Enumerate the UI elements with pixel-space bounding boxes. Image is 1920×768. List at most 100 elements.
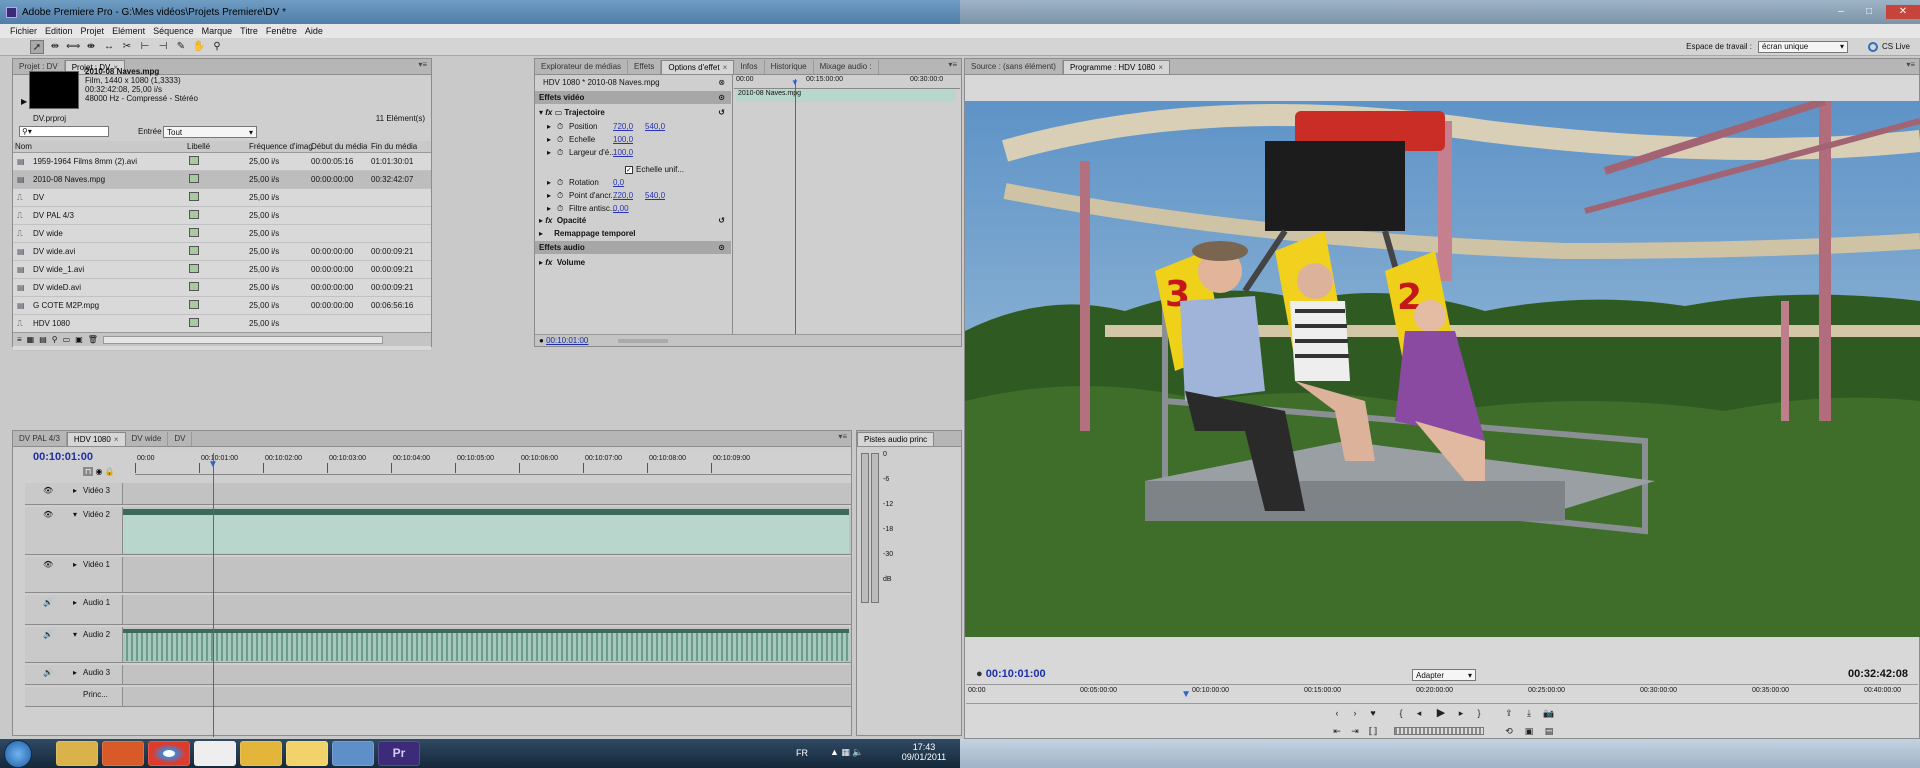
tab-dv-pal[interactable]: DV PAL 4/3 [13,432,67,446]
eye-icon[interactable]: 👁 [43,560,53,569]
tab-effects[interactable]: Effets [628,60,662,74]
tab-audio-master[interactable]: Pistes audio princ [857,432,935,446]
motion-effect[interactable]: ▾ fx ▭ Trajectoire ↺ [535,106,731,119]
eye-icon[interactable]: 👁 [43,510,53,519]
step-back-icon[interactable]: ◂ [1412,707,1426,719]
table-row[interactable]: ▤ DV wide.avi 25,00 i/s 00:00:00:00 00:00:09… [13,243,431,261]
close-icon[interactable]: × [114,435,119,444]
zoom-icon[interactable]: ⚲ [210,40,224,54]
panel-menu-icon[interactable]: ▾≡ [948,60,957,69]
window-taskbar-icon[interactable] [332,741,374,766]
expand-icon[interactable]: ▸ [73,486,77,495]
hand-icon[interactable]: ✋ [192,40,206,54]
new-item-icon[interactable]: ▣ [75,335,83,344]
speaker-icon[interactable]: 🔊 [43,598,53,607]
timeline-track[interactable]: 🔊 ▸ Audio 3 [25,665,851,685]
expand-icon[interactable]: ▸ [547,178,551,187]
expand-icon[interactable]: ▸ [547,148,551,157]
delete-icon[interactable]: 🗑 [88,335,98,344]
play-icon[interactable]: ▶ [21,97,27,106]
speaker-icon[interactable]: 🔊 [43,668,53,677]
effect-clip-bar[interactable]: 2010-08 Naves.mpg [736,90,956,102]
label-color-swatch[interactable] [189,318,199,327]
menu-projet[interactable]: Projet [81,26,105,36]
property-value-2[interactable]: 540,0 [645,191,665,200]
expand-icon[interactable]: ▸ [547,204,551,213]
timeline-track[interactable]: 👁 ▸ Vidéo 3 [25,483,851,505]
stopwatch-icon[interactable]: ⏱ [557,191,563,201]
export-frame-icon[interactable]: 📷 [1542,707,1556,719]
panel-menu-icon[interactable]: ▾≡ [1906,60,1915,69]
reset-icon[interactable]: ↺ [718,216,725,225]
effect-property-row[interactable]: ⏱ ▸ Point d'ancr... 720,0 540,0 [535,189,731,202]
entree-select[interactable]: Tout ▾ [163,126,257,138]
stopwatch-icon[interactable]: ⏱ [557,148,563,158]
table-row[interactable]: ⎍ HDV 1080 25,00 i/s [13,315,431,333]
menu-element[interactable]: Elément [112,26,145,36]
tab-dv[interactable]: DV [168,432,193,446]
timeline-track[interactable]: Princ... [25,687,851,707]
reset-icon[interactable]: ↺ [718,108,725,117]
effect-property-row[interactable]: ⏱ ▸ Largeur d'é... 100,0 [535,146,731,159]
maximize-icon[interactable]: □ [1858,5,1880,19]
timeline-track[interactable]: 🔊 ▾ Audio 2 [25,627,851,663]
media-player-taskbar-icon[interactable] [102,741,144,766]
property-value-1[interactable]: 100,0 [613,148,633,157]
effect-property-row[interactable]: ⏱ ▸ Position 720,0 540,0 [535,120,731,133]
tab-source[interactable]: Source : (sans élément) [965,60,1063,74]
program-timecode[interactable]: ● 00:10:01:00 [976,668,1046,680]
tab-history[interactable]: Historique [765,60,814,74]
table-row[interactable]: ▤ 1959-1964 Films 8mm (2).avi 25,00 i/s 00:… [13,153,431,171]
loop-icon[interactable]: ⟲ [1502,725,1516,737]
lift-icon[interactable]: ⇪ [1502,707,1516,719]
goto-out-icon[interactable]: ⇥ [1348,725,1362,737]
playhead-icon[interactable]: ▼ [1181,689,1191,700]
timeline-playhead[interactable] [213,453,214,737]
expand-icon[interactable]: ▸ [547,135,551,144]
col-name[interactable]: Nom [15,142,32,151]
stopwatch-icon[interactable]: ⏱ [557,122,563,132]
table-row[interactable]: ⎍ DV 25,00 i/s [13,189,431,207]
vivaldi-taskbar-icon[interactable] [194,741,236,766]
table-row[interactable]: ▤ DV wideD.avi 25,00 i/s 00:00:00:00 00:00:0… [13,279,431,297]
uniform-scale[interactable]: ✓ Echelle unif... [535,163,731,176]
panel-menu-icon[interactable]: ▾≡ [838,432,847,441]
label-color-swatch[interactable] [189,264,199,273]
property-value-1[interactable]: 0,00 [613,204,629,213]
tool-taskbar-icon[interactable] [240,741,282,766]
expand-icon[interactable]: ▸ [73,598,77,607]
label-color-swatch[interactable] [189,282,199,291]
timeline-ruler[interactable]: 00:00 00:10:01:00 00:10:02:00 00:10:03:00 00… [135,453,851,475]
tab-program[interactable]: Programme : HDV 1080 × [1062,60,1170,74]
tab-media-browser[interactable]: Explorateur de médias [535,60,629,74]
cslive-icon[interactable] [1867,41,1878,52]
motion-toggle-icon[interactable]: ▭ [555,108,563,117]
playhead-icon[interactable]: ▼ [791,78,799,87]
zoom-slider[interactable] [618,338,669,343]
label-color-swatch[interactable] [189,246,199,255]
effect-property-row[interactable]: ⏱ ▸ Echelle 100,0 [535,133,731,146]
col-end[interactable]: Fin du média [371,142,417,151]
table-row[interactable]: ⎍ DV wide 25,00 i/s [13,225,431,243]
effect-property-row[interactable]: ⏱ ▸ Rotation 0,0 [535,176,731,189]
tab-hdv-1080[interactable]: HDV 1080 × [66,432,126,446]
table-row[interactable]: ▤ DV wide_1.avi 25,00 i/s 00:00:00:00 00:00:… [13,261,431,279]
step-back-marker-icon[interactable]: ‹ [1330,707,1344,719]
fx-icon[interactable]: fx [545,258,552,267]
add-marker-icon[interactable]: ♥ [1366,707,1380,719]
step-forward-icon[interactable]: ▸ [1454,707,1468,719]
play-in-out-icon[interactable]: ⟦⟧ [1366,725,1380,737]
audio-clip[interactable] [123,629,849,661]
label-color-swatch[interactable] [189,228,199,237]
opacity-effect[interactable]: ▸ fx Opacité ↺ [535,214,731,227]
expand-icon[interactable]: ▸ [539,229,543,238]
program-video-frame[interactable]: 3 2 [965,101,1920,637]
close-icon[interactable]: × [1158,63,1163,72]
workspace-select[interactable]: écran unique ▾ [1757,40,1848,53]
col-fps[interactable]: Fréquence d'imag [249,142,313,151]
minimize-icon[interactable]: – [1830,5,1852,19]
rate-stretch-icon[interactable]: ↔ [102,40,116,54]
label-color-swatch[interactable] [189,210,199,219]
clock[interactable]: 17:43 09/01/2011 [894,742,954,762]
safe-margins-icon[interactable]: ▣ [1522,725,1536,737]
